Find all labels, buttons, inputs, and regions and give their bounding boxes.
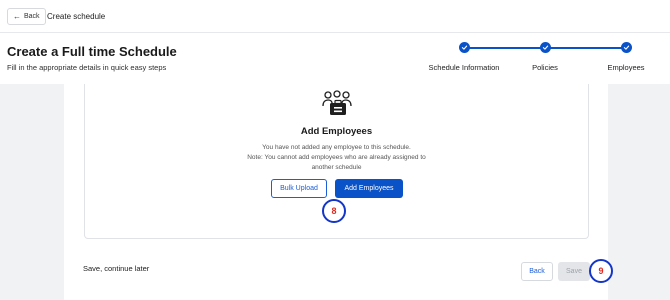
- employees-icon: [322, 90, 352, 115]
- note-text-continued: another schedule: [311, 164, 362, 171]
- page-subtitle: Fill in the appropriate details in quick…: [7, 63, 167, 72]
- check-icon: [461, 45, 468, 50]
- back-button-label: Back: [24, 13, 40, 20]
- arrow-left-icon: ←: [13, 11, 21, 21]
- check-icon: [623, 45, 630, 50]
- empty-state-message: You have not added any employee to this …: [262, 144, 411, 151]
- step-label-employees[interactable]: Employees: [607, 63, 644, 72]
- bulk-upload-button[interactable]: Bulk Upload: [271, 179, 327, 198]
- footer-back-button[interactable]: Back: [521, 262, 553, 281]
- page-header: Create a Full time Schedule Fill in the …: [0, 34, 670, 84]
- card-title: Add Employees: [300, 126, 373, 137]
- back-button[interactable]: ← Back: [7, 8, 46, 25]
- step-label-policies[interactable]: Policies: [532, 63, 558, 72]
- step-dot-schedule-information[interactable]: [459, 42, 470, 53]
- step-connector: [464, 47, 545, 49]
- add-employees-button[interactable]: Add Employees: [335, 179, 403, 198]
- step-connector: [545, 47, 626, 49]
- save-button[interactable]: Save: [558, 262, 590, 281]
- step-marker-badge: 8: [322, 199, 346, 223]
- step-marker-badge: 9: [589, 259, 613, 283]
- breadcrumb: Create schedule: [47, 12, 106, 21]
- note-text: Note: You cannot add employees who are a…: [247, 154, 426, 161]
- top-bar: ← Back Create schedule: [0, 0, 670, 33]
- save-continue-later-text: Save, continue later: [83, 264, 150, 273]
- step-dot-employees[interactable]: [621, 42, 632, 53]
- page-title: Create a Full time Schedule: [7, 44, 177, 59]
- check-icon: [542, 45, 549, 50]
- step-dot-policies[interactable]: [540, 42, 551, 53]
- progress-stepper: Schedule Information Policies Employees: [420, 42, 660, 74]
- step-label-schedule-information[interactable]: Schedule Information: [429, 63, 500, 72]
